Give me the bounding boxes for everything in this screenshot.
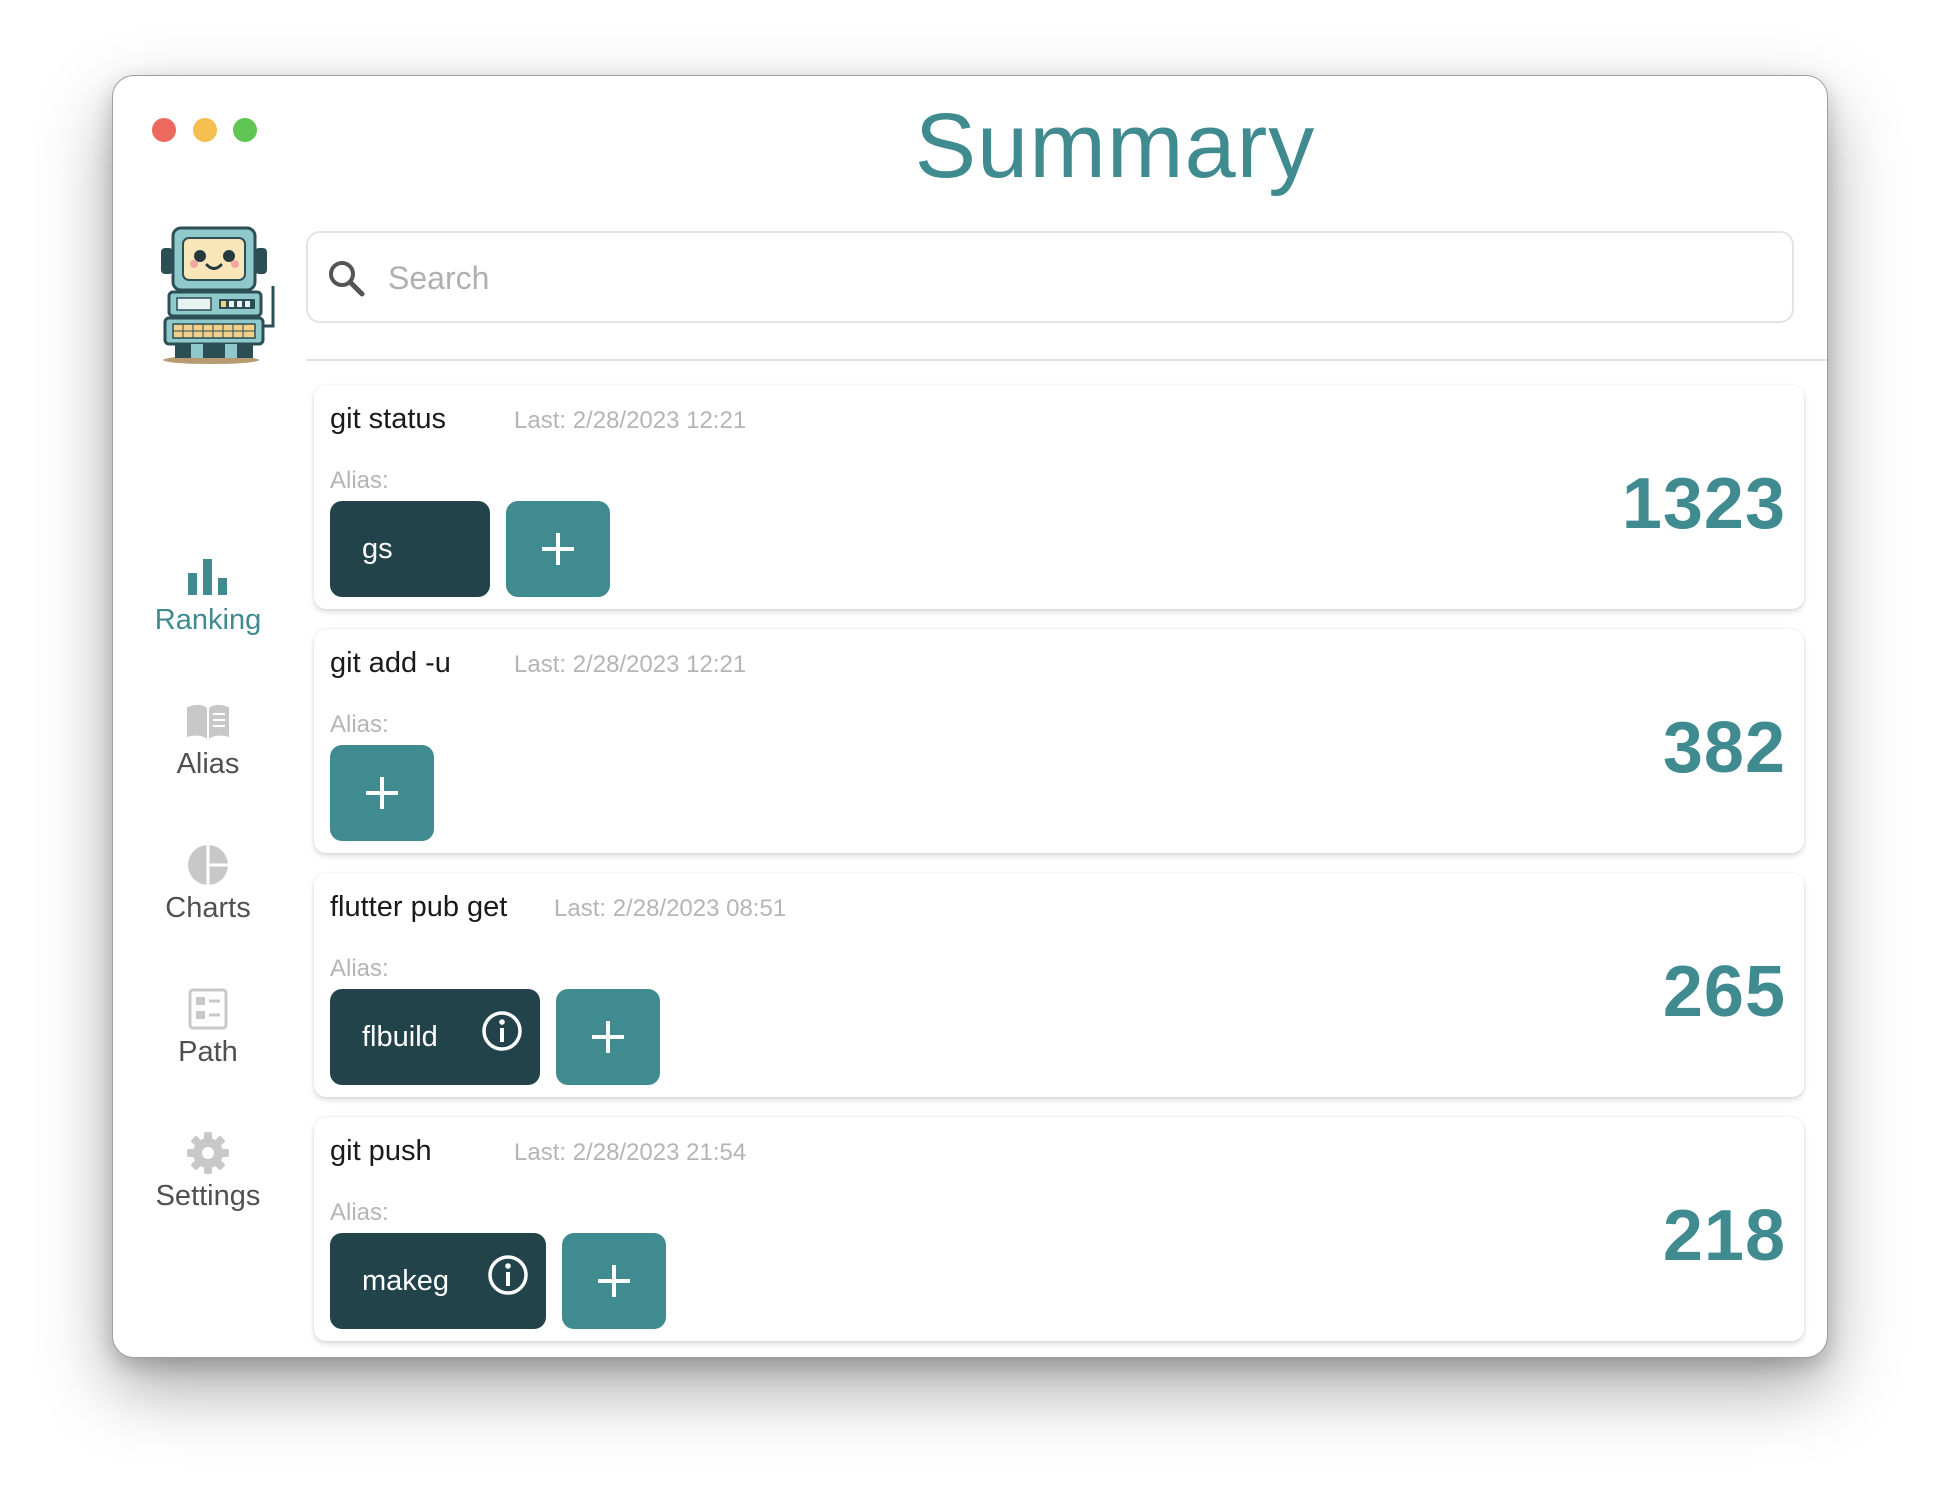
alias-chip[interactable]: makeg (330, 1233, 546, 1329)
command-text: git push (330, 1135, 432, 1167)
gear-icon (187, 1132, 229, 1174)
usage-count: 218 (1662, 1196, 1786, 1276)
last-used-timestamp: Last: 2/28/2023 21:54 (514, 1139, 747, 1166)
sidebar-item-charts[interactable]: Charts (113, 842, 303, 925)
robot-mascot-logo (161, 226, 275, 364)
search-icon (329, 261, 365, 297)
close-window-button[interactable] (152, 118, 176, 142)
usage-count: 1323 (1621, 464, 1786, 544)
command-card: git add -u Last: 2/28/2023 12:21 Alias: … (314, 629, 1804, 853)
add-alias-button[interactable] (506, 501, 610, 597)
command-text: git status (330, 403, 447, 435)
alias-chip[interactable]: gs (330, 501, 490, 597)
usage-count: 265 (1662, 952, 1786, 1032)
alias-chip[interactable]: flbuild (330, 989, 540, 1085)
add-alias-button[interactable] (562, 1233, 666, 1329)
alias-label: Alias: (330, 467, 389, 494)
minimize-window-button[interactable] (193, 118, 217, 142)
alias-label: Alias: (330, 1199, 389, 1226)
alias-chip-label: flbuild (362, 1021, 438, 1053)
pie-chart-icon (188, 845, 228, 885)
usage-count: 382 (1662, 708, 1786, 788)
sidebar-item-label: Charts (165, 892, 251, 924)
add-alias-button[interactable] (556, 989, 660, 1085)
command-card: git status Last: 2/28/2023 12:21 Alias: … (314, 385, 1804, 609)
sidebar-item-label: Alias (176, 748, 240, 780)
sidebar-item-label: Path (178, 1036, 238, 1068)
alias-label: Alias: (330, 711, 389, 738)
command-card: git push Last: 2/28/2023 21:54 Alias: ma… (314, 1117, 1804, 1341)
command-text: flutter pub get (330, 891, 508, 923)
sidebar-item-alias[interactable]: Alias (113, 698, 303, 781)
page-title: Summary (914, 95, 1316, 197)
sidebar-item-ranking[interactable]: Ranking (113, 554, 303, 637)
list-panel-icon (188, 988, 228, 1030)
sidebar-item-path[interactable]: Path (113, 986, 303, 1069)
sidebar-item-settings[interactable]: Settings (113, 1130, 303, 1213)
alias-chip-label: gs (362, 533, 393, 565)
sidebar-item-label: Settings (155, 1180, 261, 1212)
plus-icon (366, 777, 398, 809)
plus-icon (598, 1265, 630, 1297)
last-used-timestamp: Last: 2/28/2023 12:21 (514, 651, 747, 678)
info-icon[interactable] (486, 1253, 530, 1297)
search-input[interactable] (386, 249, 1770, 307)
alias-chip-label: makeg (362, 1265, 450, 1297)
info-icon[interactable] (480, 1009, 524, 1053)
plus-icon (542, 533, 574, 565)
divider (306, 359, 1827, 361)
bar-chart-icon (188, 559, 227, 595)
alias-label: Alias: (330, 955, 389, 982)
command-card: flutter pub get Last: 2/28/2023 08:51 Al… (314, 873, 1804, 1097)
sidebar-item-label: Ranking (154, 604, 262, 636)
last-used-timestamp: Last: 2/28/2023 12:21 (514, 407, 747, 434)
add-alias-button[interactable] (330, 745, 434, 841)
zoom-window-button[interactable] (233, 118, 257, 142)
search-bar (306, 231, 1794, 323)
book-icon (187, 704, 229, 739)
plus-icon (592, 1021, 624, 1053)
last-used-timestamp: Last: 2/28/2023 08:51 (554, 895, 787, 922)
command-text: git add -u (330, 647, 451, 679)
app-window: Summary Ranking Alias Charts Path Settin… (112, 75, 1828, 1358)
